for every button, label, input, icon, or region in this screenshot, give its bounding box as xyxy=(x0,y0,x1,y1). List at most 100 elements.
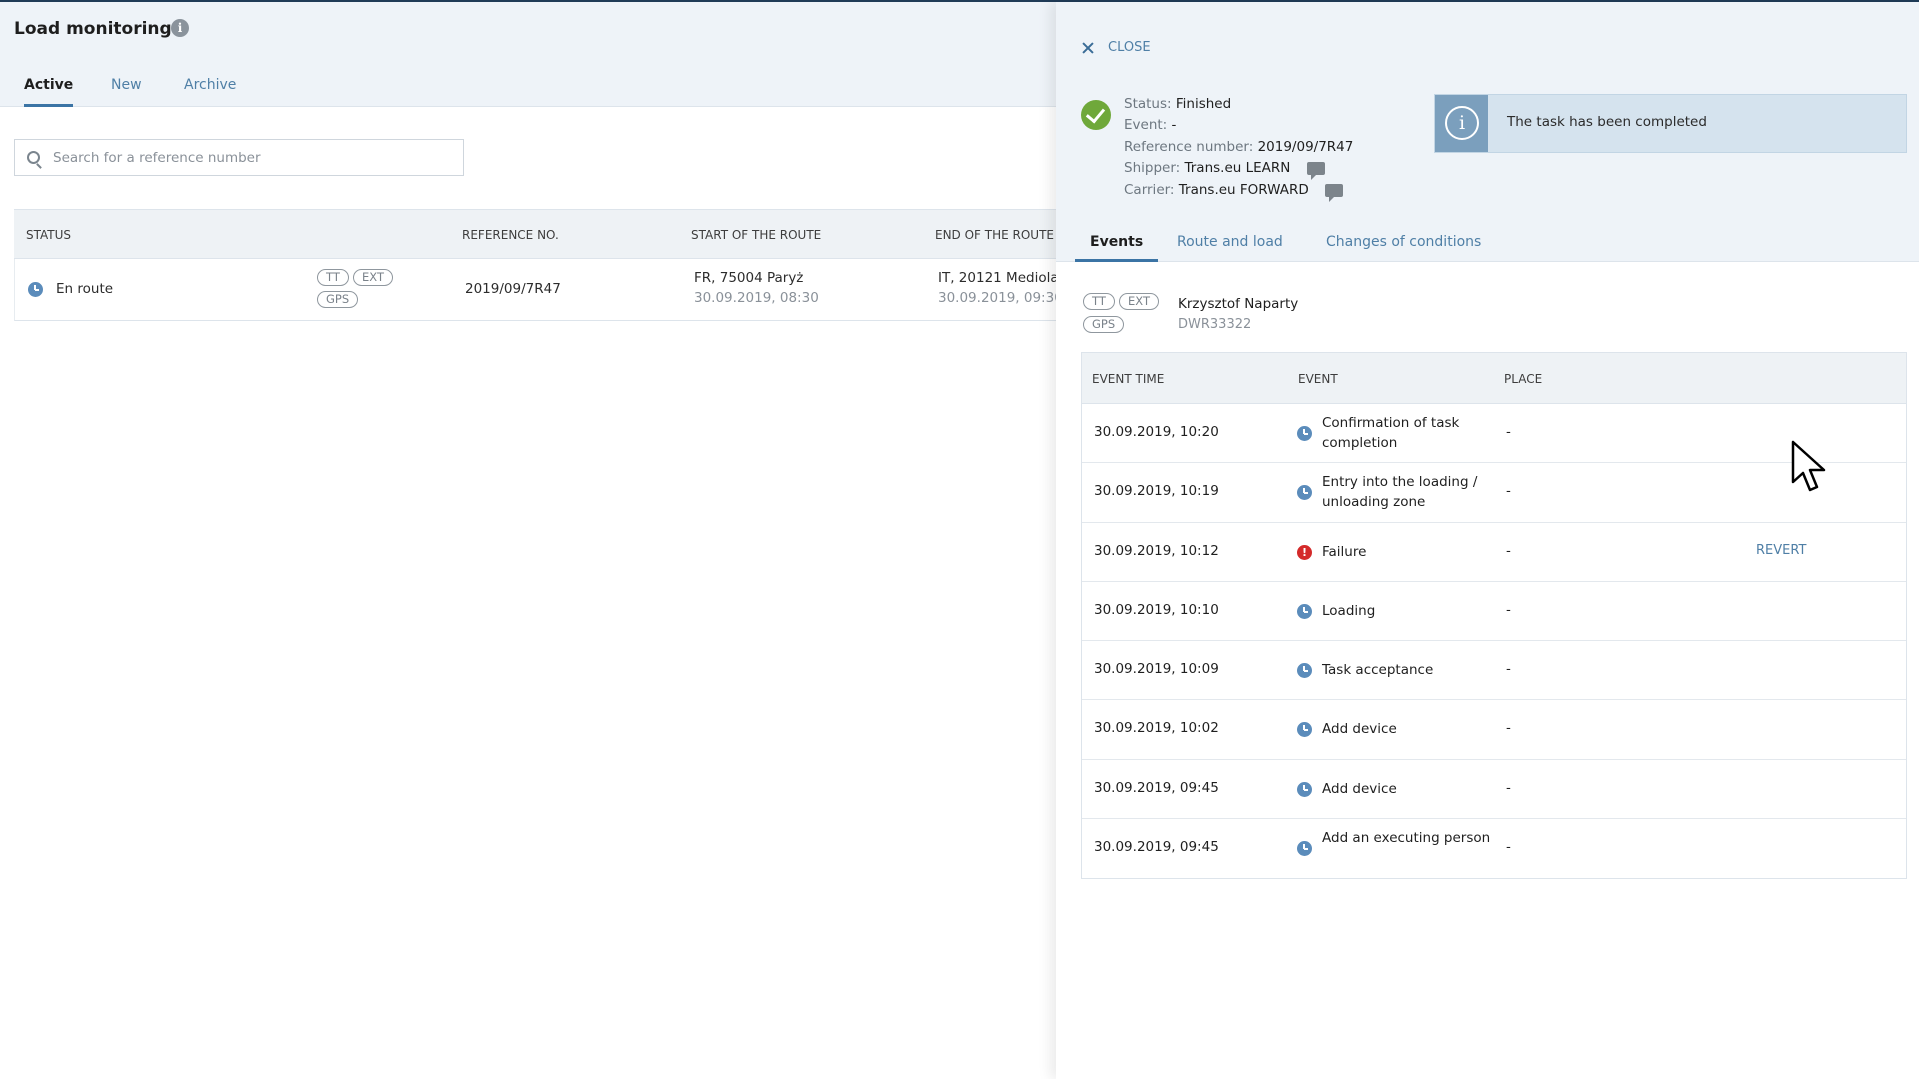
page-header: Load monitoring i Active New Archive xyxy=(0,2,1056,107)
event-name: Add device xyxy=(1322,721,1397,738)
event-time: 30.09.2019, 10:20 xyxy=(1094,424,1219,440)
event-place: - xyxy=(1506,424,1511,440)
column-header-status[interactable]: STATUS xyxy=(26,228,71,242)
clock-icon xyxy=(1297,840,1312,856)
event-place: - xyxy=(1506,542,1511,559)
table-row: 30.09.2019, 10:02 Add device - xyxy=(1082,700,1906,760)
search-input[interactable] xyxy=(53,140,453,175)
close-button[interactable]: CLOSE xyxy=(1108,40,1151,55)
panel-header: CLOSE Status: Finished Event: - Referenc… xyxy=(1056,2,1919,262)
clock-icon xyxy=(1297,603,1312,619)
comment-icon[interactable] xyxy=(1306,161,1325,180)
event-name: Loading xyxy=(1322,602,1376,619)
tag-tt: TT xyxy=(1083,293,1115,310)
status-value: Finished xyxy=(1175,96,1232,112)
search-box xyxy=(14,139,464,176)
table-row: 30.09.2019, 10:20 Confirmation of task c… xyxy=(1082,404,1906,464)
tag-tt: TT xyxy=(317,269,349,286)
tag-gps: GPS xyxy=(1083,316,1125,333)
table-row: 30.09.2019, 10:09 Task acceptance - xyxy=(1082,641,1906,701)
reference-value: 2019/09/7R47 xyxy=(1257,139,1354,155)
tab-active[interactable]: Active xyxy=(24,77,74,107)
event-line: Event: - xyxy=(1124,117,1177,133)
clock-icon xyxy=(1297,485,1312,501)
event-place: - xyxy=(1506,483,1511,500)
event-time: 30.09.2019, 09:45 xyxy=(1094,779,1219,796)
reference-number: 2019/09/7R47 xyxy=(465,281,561,297)
status-line: Status: Finished xyxy=(1124,96,1232,112)
close-icon[interactable] xyxy=(1081,41,1095,55)
tab-route-and-load[interactable]: Route and load xyxy=(1177,234,1283,262)
table-row: 30.09.2019, 10:12 ! Failure - REVERT xyxy=(1082,523,1906,582)
event-place: - xyxy=(1506,779,1511,796)
events-table-header: EVENT TIME EVENT PLACE xyxy=(1082,353,1906,404)
reference-line: Reference number: 2019/09/7R47 xyxy=(1124,139,1354,155)
info-circle-icon: i xyxy=(1445,106,1479,140)
table-header: STATUS REFERENCE NO. START OF THE ROUTE … xyxy=(14,209,1056,259)
alert-icon: ! xyxy=(1297,544,1312,560)
clock-icon xyxy=(1297,663,1312,678)
column-header-route-start[interactable]: START OF THE ROUTE xyxy=(691,228,821,242)
tab-events[interactable]: Events xyxy=(1075,234,1159,262)
event-time: 30.09.2019, 10:12 xyxy=(1094,542,1219,559)
table-row: 30.09.2019, 10:19 Entry into the loading… xyxy=(1082,463,1906,523)
event-name: Confirmation of task completion xyxy=(1322,415,1460,451)
event-time: 30.09.2019, 10:02 xyxy=(1094,720,1219,737)
status-text: En route xyxy=(56,281,114,297)
route-start-time: 30.09.2019, 08:30 xyxy=(694,290,819,306)
event-value: - xyxy=(1171,117,1177,133)
mouse-cursor-icon xyxy=(1791,440,1826,492)
route-end-place: IT, 20121 Mediola xyxy=(938,270,1057,286)
executing-person-id: DWR33322 xyxy=(1178,317,1252,332)
comment-icon[interactable] xyxy=(1325,183,1344,202)
event-name: Task acceptance xyxy=(1322,662,1434,678)
notice-text: The task has been completed xyxy=(1507,114,1707,130)
page-title: Load monitoring xyxy=(14,19,172,39)
tab-changes-of-conditions[interactable]: Changes of conditions xyxy=(1326,234,1481,262)
column-header-event-time: EVENT TIME xyxy=(1092,372,1165,386)
route-end-time: 30.09.2019, 09:30 xyxy=(938,290,1057,306)
events-table: EVENT TIME EVENT PLACE 30.09.2019, 10:20… xyxy=(1081,352,1907,879)
carrier-line: Carrier: Trans.eu FORWARD xyxy=(1124,182,1344,202)
table-row: 30.09.2019, 10:10 Loading - xyxy=(1082,582,1906,641)
event-name: Entry into the loading / unloading zone xyxy=(1322,474,1478,511)
shipper-line: Shipper: Trans.eu LEARN xyxy=(1124,160,1325,180)
event-time: 30.09.2019, 09:45 xyxy=(1094,838,1219,855)
task-detail-panel: CLOSE Status: Finished Event: - Referenc… xyxy=(1056,2,1919,1079)
tag-ext: EXT xyxy=(353,269,393,286)
revert-button[interactable]: REVERT xyxy=(1756,543,1806,558)
tab-archive[interactable]: Archive xyxy=(184,77,236,107)
route-start-place: FR, 75004 Paryż xyxy=(694,270,804,286)
column-header-route-end[interactable]: END OF THE ROUTE xyxy=(935,228,1054,242)
column-header-reference[interactable]: REFERENCE NO. xyxy=(462,228,559,242)
event-time: 30.09.2019, 10:09 xyxy=(1094,661,1219,677)
clock-icon xyxy=(1297,426,1312,441)
event-name: Failure xyxy=(1322,543,1367,560)
event-place: - xyxy=(1506,720,1511,737)
event-time: 30.09.2019, 10:19 xyxy=(1094,483,1219,500)
column-header-place: PLACE xyxy=(1504,372,1543,386)
table-row: 30.09.2019, 09:45 Add device - xyxy=(1082,760,1906,819)
info-icon[interactable]: i xyxy=(171,19,189,37)
table-row: 30.09.2019, 09:45 Add an executing perso… xyxy=(1082,819,1906,878)
clock-icon xyxy=(28,282,43,297)
shipper-value: Trans.eu LEARN xyxy=(1184,160,1291,176)
column-header-event: EVENT xyxy=(1298,372,1338,386)
table-row[interactable]: En route TT EXT GPS 2019/09/7R47 FR, 750… xyxy=(14,259,1057,321)
carrier-value: Trans.eu FORWARD xyxy=(1178,182,1309,198)
event-name: Add an executing person xyxy=(1322,829,1491,846)
completion-notice: i The task has been completed xyxy=(1434,94,1907,153)
executing-person-name: Krzysztof Naparty xyxy=(1178,296,1299,312)
clock-icon xyxy=(1297,781,1312,797)
status-finished-icon xyxy=(1081,100,1111,130)
event-name: Add device xyxy=(1322,780,1397,797)
event-place: - xyxy=(1506,601,1511,618)
event-place: - xyxy=(1506,838,1511,855)
clock-icon xyxy=(1297,722,1312,738)
tag-gps: GPS xyxy=(317,291,359,308)
search-icon xyxy=(27,151,40,164)
event-place: - xyxy=(1506,661,1511,677)
load-monitoring-page: Load monitoring i Active New Archive STA… xyxy=(0,2,1057,1079)
event-time: 30.09.2019, 10:10 xyxy=(1094,601,1219,618)
tab-new[interactable]: New xyxy=(111,77,142,107)
